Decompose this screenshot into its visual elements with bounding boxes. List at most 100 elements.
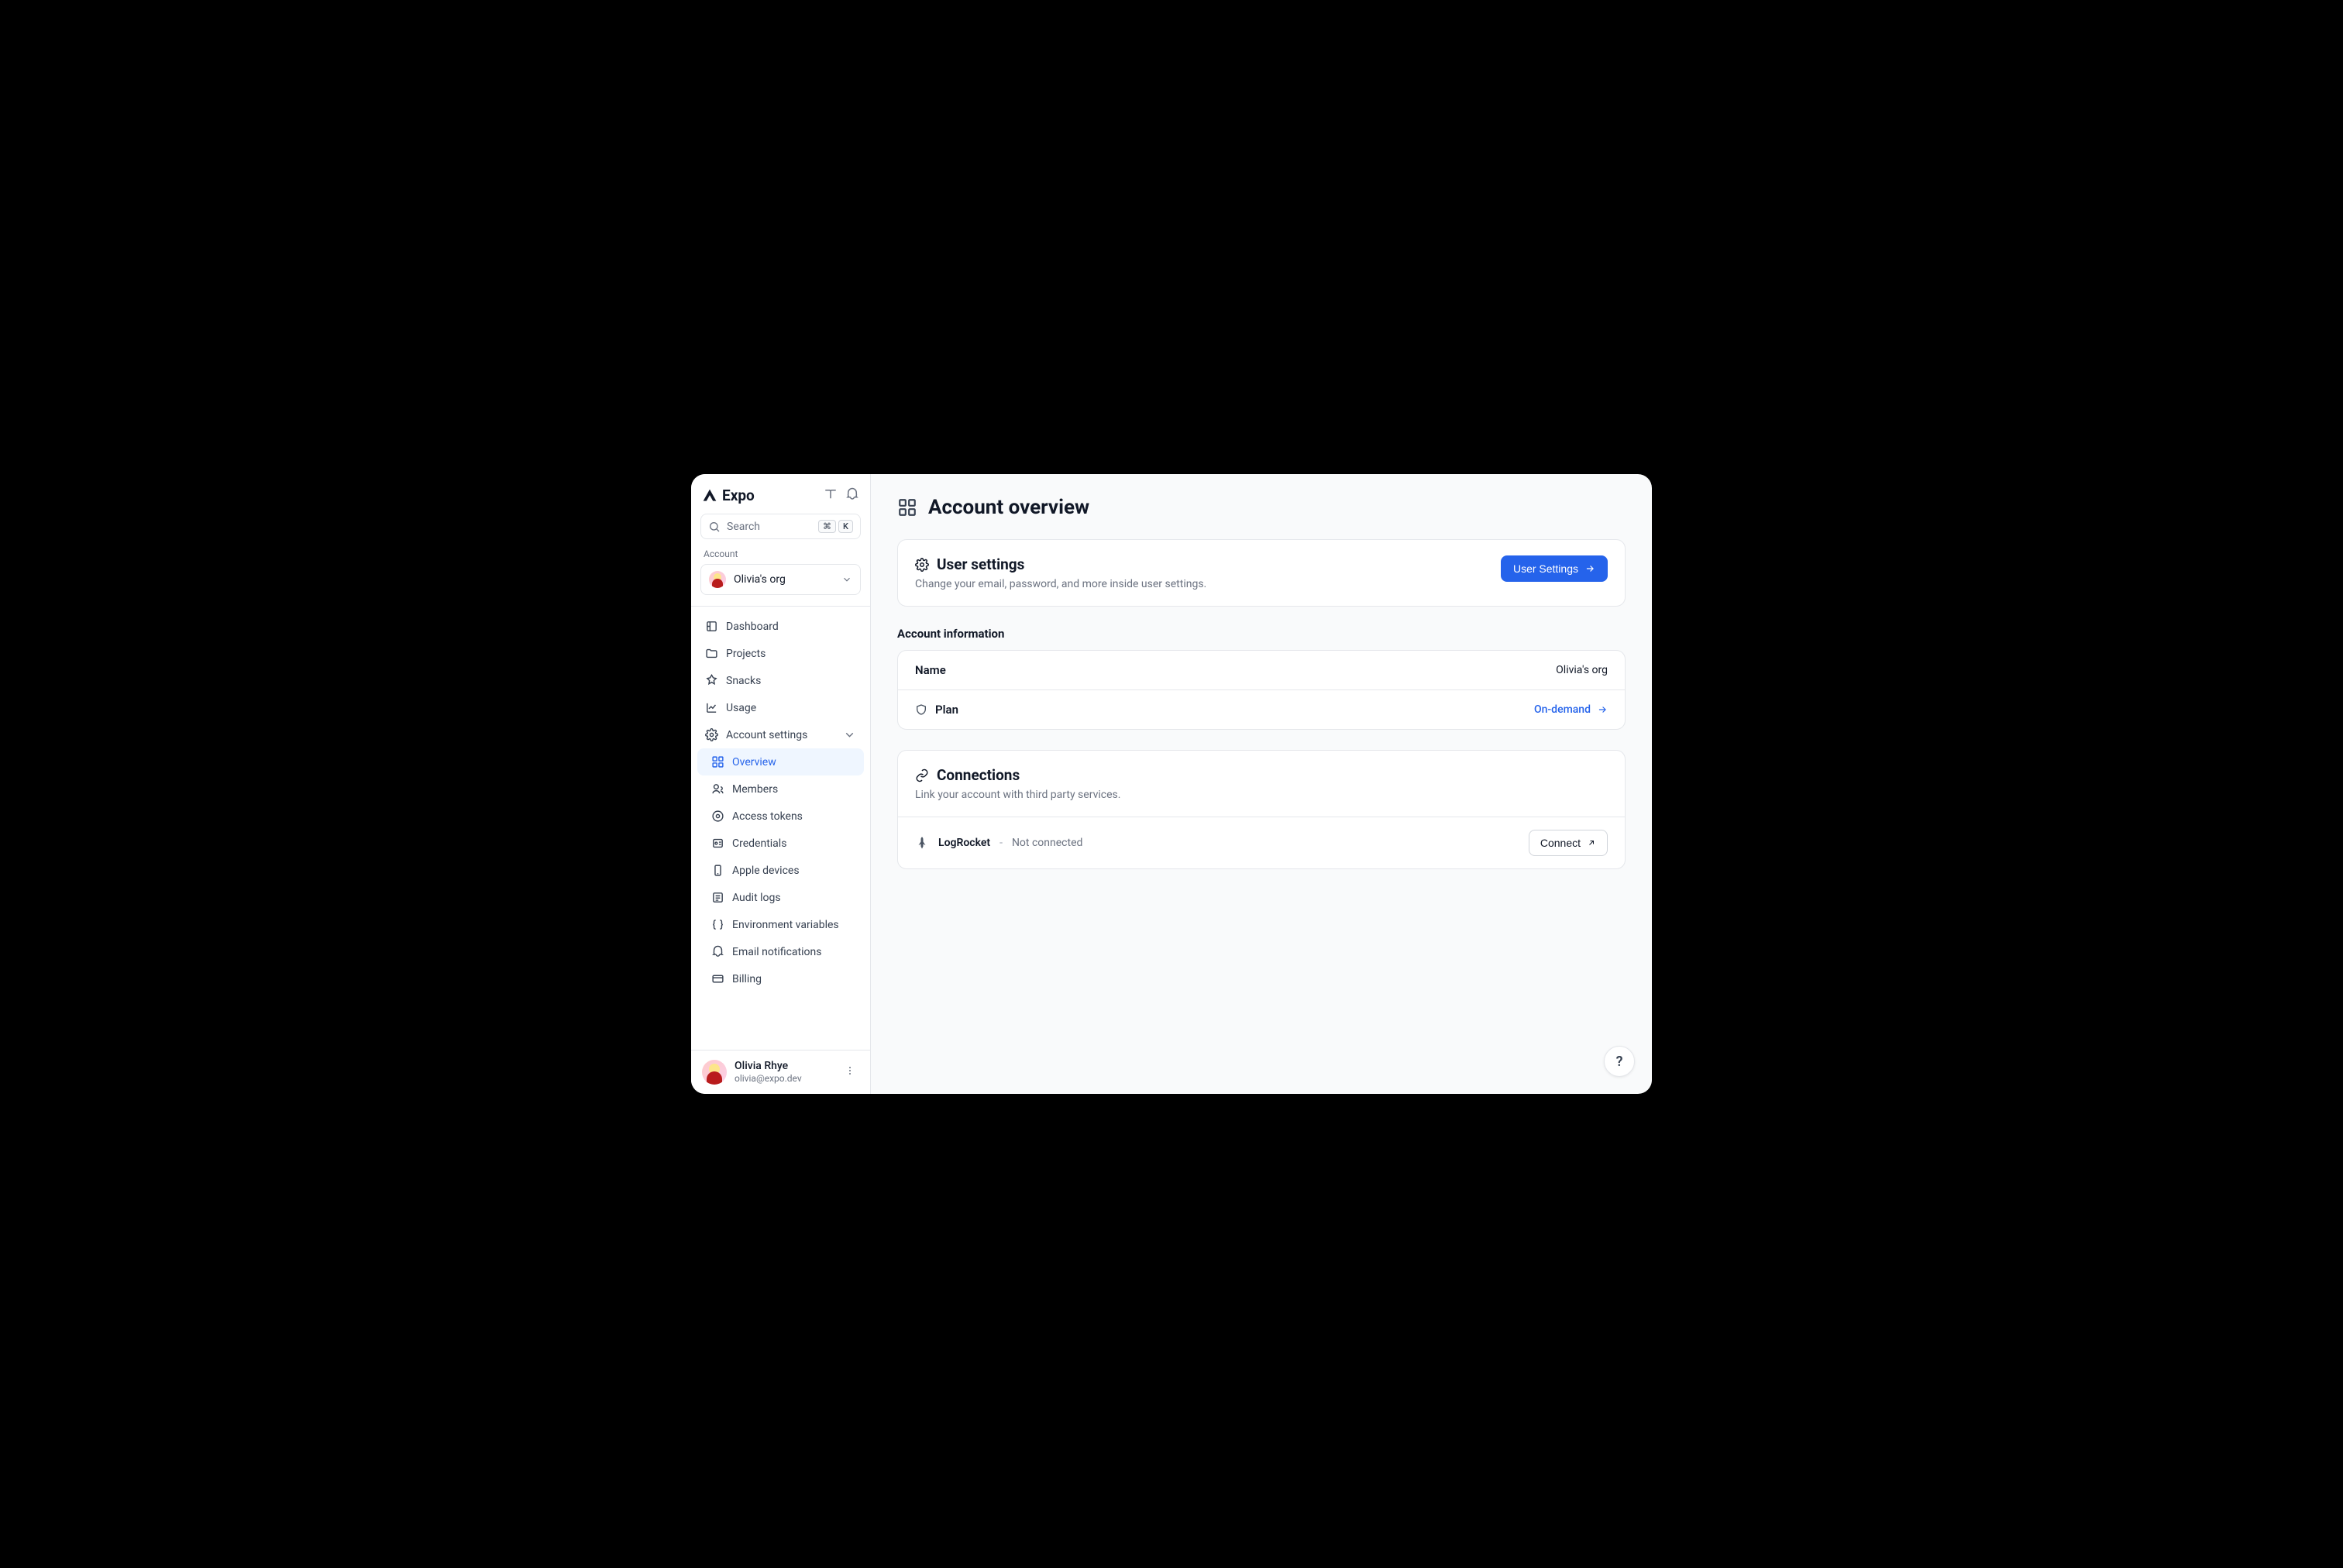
user-name: Olivia Rhye: [735, 1060, 833, 1074]
nav-label: Environment variables: [732, 919, 839, 931]
external-link-icon: [1587, 838, 1596, 848]
org-selector[interactable]: Olivia's org: [700, 564, 861, 595]
phone-icon: [711, 864, 724, 877]
org-name: Olivia's org: [734, 573, 834, 586]
page-title: Account overview: [928, 496, 1089, 519]
user-settings-button[interactable]: User Settings: [1501, 555, 1608, 582]
nav-sub-env-vars[interactable]: Environment variables: [697, 911, 864, 938]
nav-sub-credentials[interactable]: Credentials: [697, 830, 864, 857]
account-info-card: Name Olivia's org Plan On-demand: [897, 650, 1626, 730]
dashboard-icon: [705, 620, 718, 633]
plan-link[interactable]: On-demand: [1534, 703, 1608, 716]
sidebar: Expo Search ⌘ K Accou: [691, 474, 871, 1094]
user-email: olivia@expo.dev: [735, 1073, 833, 1085]
connect-button[interactable]: Connect: [1529, 830, 1608, 856]
kbd-k: K: [838, 520, 853, 533]
nav-label: Audit logs: [732, 892, 781, 904]
brand-logo[interactable]: Expo: [702, 487, 755, 504]
search-icon: [708, 521, 721, 533]
nav-projects[interactable]: Projects: [697, 640, 864, 667]
bell-icon: [711, 945, 724, 958]
kbd-cmd: ⌘: [818, 520, 836, 533]
grid-icon: [711, 755, 724, 769]
braces-icon: [711, 918, 724, 931]
info-row-name: Name Olivia's org: [898, 651, 1625, 689]
dots-vertical-icon: [844, 1064, 856, 1077]
nav-label: Snacks: [726, 675, 761, 687]
user-avatar[interactable]: [702, 1060, 727, 1085]
nav-label: Billing: [732, 973, 762, 985]
nav-label: Dashboard: [726, 621, 779, 633]
nav-usage[interactable]: Usage: [697, 694, 864, 721]
connection-status: Not connected: [1012, 837, 1082, 849]
nav-label: Email notifications: [732, 946, 821, 958]
search-placeholder: Search: [727, 521, 812, 533]
nav-label: Overview: [732, 756, 776, 769]
nav-sub-access-tokens[interactable]: Access tokens: [697, 803, 864, 830]
nav-sub-overview[interactable]: Overview: [697, 748, 864, 775]
list-icon: [711, 891, 724, 904]
main-content: Account overview User settings Change yo…: [871, 474, 1652, 1094]
token-icon: [711, 810, 724, 823]
nav-label: Members: [732, 783, 778, 796]
user-settings-card: User settings Change your email, passwor…: [897, 539, 1626, 607]
nav-label: Credentials: [732, 837, 786, 850]
docs-icon[interactable]: [824, 487, 838, 504]
info-label: Name: [915, 663, 946, 677]
plan-value: On-demand: [1534, 703, 1591, 716]
users-icon: [711, 782, 724, 796]
badge-icon: [711, 837, 724, 850]
gear-icon: [705, 728, 718, 741]
grid-icon: [897, 497, 917, 518]
folder-icon: [705, 647, 718, 660]
connection-row-logrocket: LogRocket - Not connected Connect: [898, 817, 1625, 868]
dash: -: [999, 837, 1003, 849]
org-avatar: [709, 571, 726, 588]
nav-sub-apple-devices[interactable]: Apple devices: [697, 857, 864, 884]
arrow-right-icon: [1597, 704, 1608, 715]
chevron-down-icon: [843, 728, 856, 741]
arrow-right-icon: [1584, 563, 1595, 574]
button-label: Connect: [1540, 837, 1581, 849]
gear-icon: [915, 558, 929, 572]
account-info-heading: Account information: [897, 627, 1626, 641]
app-frame: Expo Search ⌘ K Accou: [691, 474, 1652, 1094]
nav-dashboard[interactable]: Dashboard: [697, 613, 864, 640]
sidebar-footer: Olivia Rhye olivia@expo.dev: [691, 1050, 870, 1095]
snacks-icon: [705, 674, 718, 687]
logrocket-icon: [915, 836, 929, 850]
nav-sub-audit-logs[interactable]: Audit logs: [697, 884, 864, 911]
nav-sub-email-notifications[interactable]: Email notifications: [697, 938, 864, 965]
info-value: Olivia's org: [1556, 664, 1608, 676]
nav-account-settings[interactable]: Account settings: [697, 721, 864, 748]
credit-card-icon: [711, 972, 724, 985]
link-icon: [915, 769, 929, 782]
connection-name: LogRocket: [938, 837, 990, 849]
account-section-label: Account: [700, 539, 861, 564]
card-subtitle: Change your email, password, and more in…: [915, 578, 1488, 590]
connections-card: Connections Link your account with third…: [897, 750, 1626, 869]
nav-label: Usage: [726, 702, 756, 714]
chevron-down-icon: [841, 574, 852, 585]
nav-sub-billing[interactable]: Billing: [697, 965, 864, 992]
expo-logo-icon: [702, 488, 717, 504]
nav-label: Account settings: [726, 729, 807, 741]
card-subtitle: Link your account with third party servi…: [915, 789, 1608, 801]
nav-label: Projects: [726, 648, 766, 660]
help-icon: ?: [1616, 1054, 1623, 1070]
button-label: User Settings: [1513, 562, 1578, 575]
shield-icon: [915, 703, 927, 716]
chart-icon: [705, 701, 718, 714]
search-input[interactable]: Search ⌘ K: [700, 514, 861, 539]
nav: Dashboard Projects Snacks Usage Account …: [691, 607, 870, 1050]
notifications-icon[interactable]: [845, 487, 859, 504]
nav-label: Apple devices: [732, 865, 800, 877]
nav-label: Access tokens: [732, 810, 803, 823]
info-row-plan: Plan On-demand: [898, 689, 1625, 729]
help-button[interactable]: ?: [1604, 1046, 1635, 1077]
user-menu-button[interactable]: [841, 1061, 859, 1083]
nav-sub-members[interactable]: Members: [697, 775, 864, 803]
card-title: Connections: [937, 766, 1020, 784]
info-label-text: Plan: [935, 703, 958, 717]
nav-snacks[interactable]: Snacks: [697, 667, 864, 694]
